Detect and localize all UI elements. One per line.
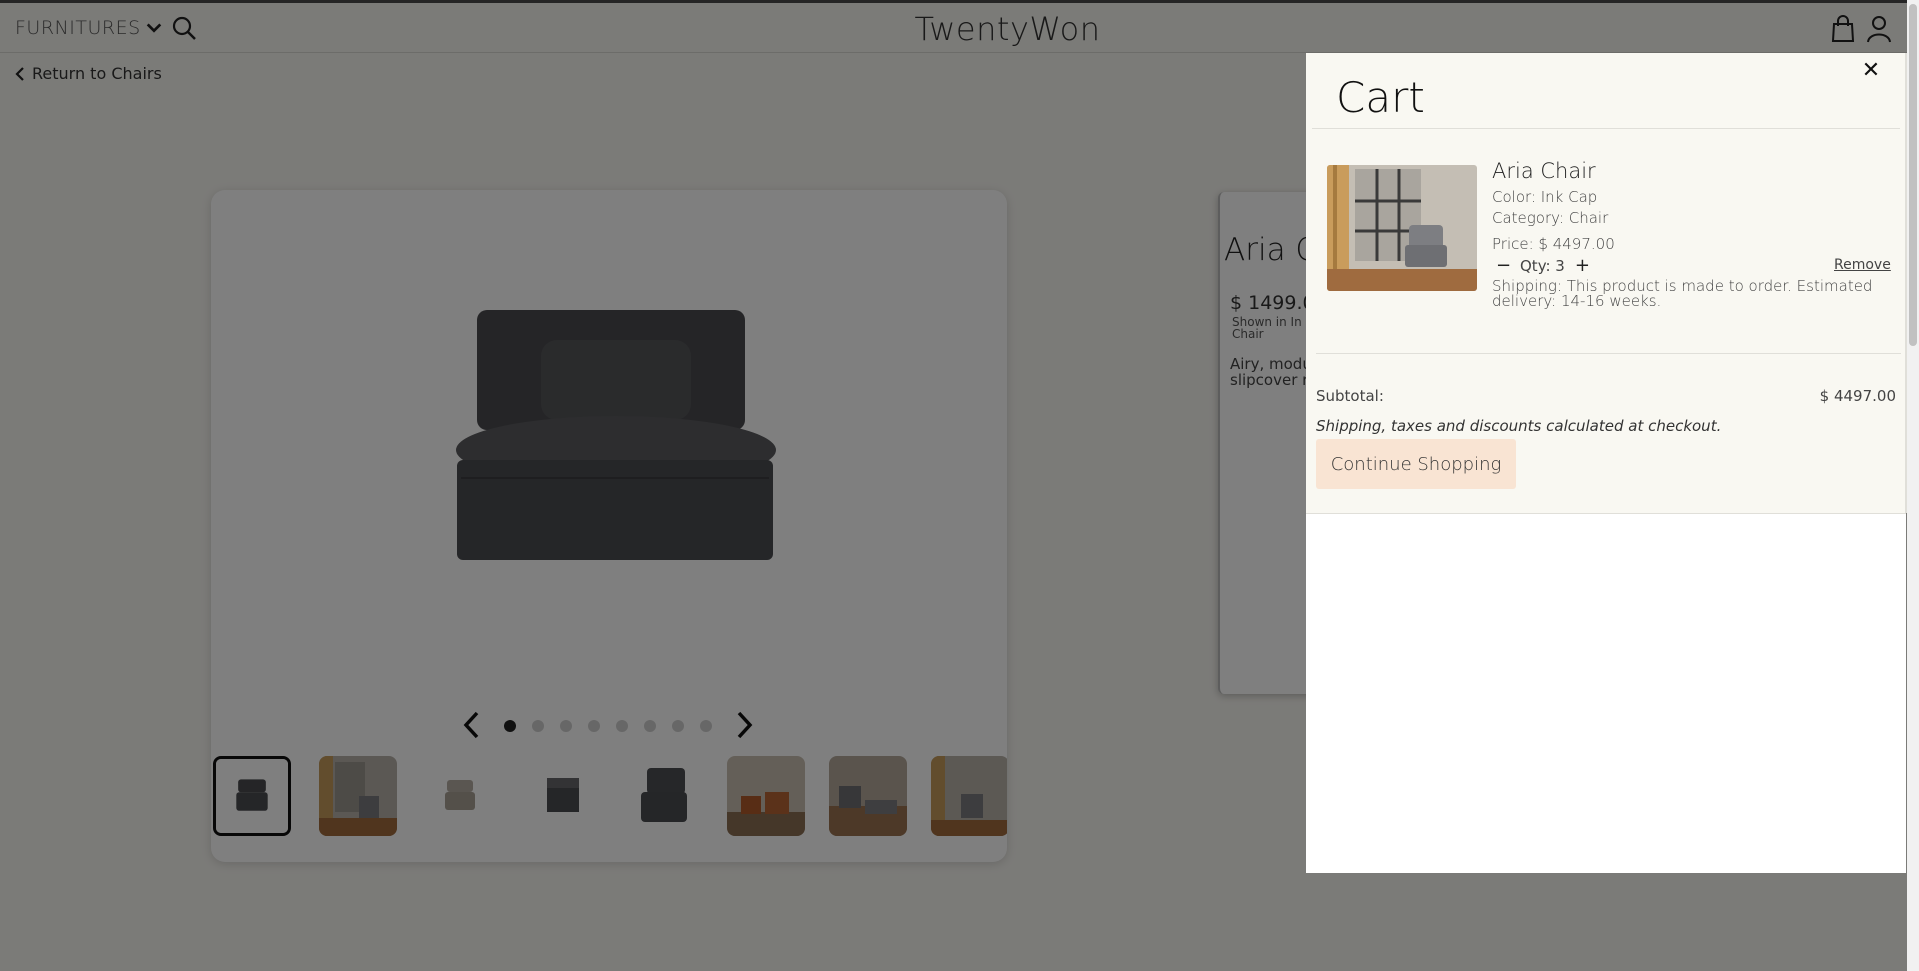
cart-title: Cart <box>1336 73 1425 122</box>
shipping-note: Shipping: This product is made to order.… <box>1492 277 1873 310</box>
decrement-button[interactable]: − <box>1496 255 1511 276</box>
cart-item-price: Price: $ 4497.00 <box>1492 235 1615 253</box>
cart-item-color: Color: Ink Cap <box>1492 188 1598 206</box>
cart-item-name[interactable]: Aria Chair <box>1492 159 1596 183</box>
divider <box>1312 128 1900 129</box>
remove-item-link[interactable]: Remove <box>1834 257 1891 273</box>
page-scrollbar[interactable] <box>1907 0 1919 971</box>
cart-drawer: ✕ Cart Aria Chair Color: Ink Cap Categor… <box>1306 53 1906 873</box>
cart-item-category: Category: Chair <box>1492 209 1609 227</box>
close-icon[interactable]: ✕ <box>1859 59 1883 83</box>
subtotal-value: $ 4497.00 <box>1819 387 1896 405</box>
quantity-stepper: − Qty: 3 + <box>1496 255 1590 276</box>
checkout-note: Shipping, taxes and discounts calculated… <box>1316 417 1722 435</box>
quantity-label: Qty: 3 <box>1520 256 1565 275</box>
continue-shopping-button[interactable]: Continue Shopping <box>1316 439 1516 489</box>
cart-drawer-empty-area <box>1306 513 1906 873</box>
subtotal-label: Subtotal: <box>1316 387 1384 405</box>
scrollbar-thumb[interactable] <box>1909 4 1917 346</box>
increment-button[interactable]: + <box>1575 255 1590 276</box>
divider <box>1316 353 1901 354</box>
cart-item-image <box>1327 165 1477 291</box>
